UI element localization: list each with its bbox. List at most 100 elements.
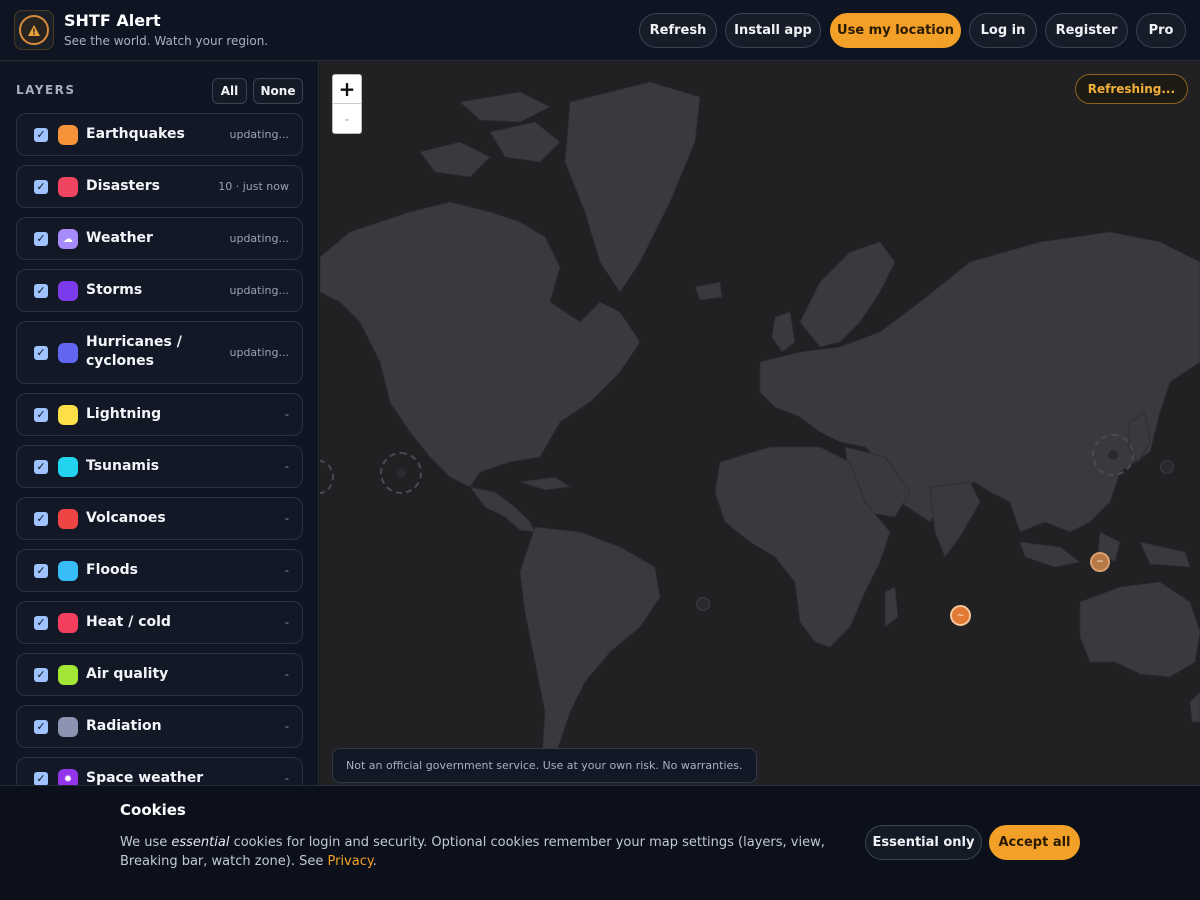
- event-marker[interactable]: [1092, 434, 1134, 476]
- cookie-text-emphasis: essential: [171, 835, 230, 850]
- app-logo[interactable]: [14, 10, 54, 50]
- layer-checkbox[interactable]: ✓: [34, 772, 48, 785]
- layer-checkbox[interactable]: ✓: [34, 668, 48, 682]
- earthquake-marker[interactable]: ~: [1090, 552, 1110, 572]
- layer-status: -: [285, 460, 289, 473]
- refreshing-status: Refreshing...: [1074, 74, 1188, 104]
- app-title: SHTF Alert: [64, 11, 161, 30]
- layer-label: Heat / cold: [86, 614, 171, 630]
- layer-status: updating...: [229, 346, 290, 359]
- cloud-icon: ☁: [58, 229, 78, 249]
- layer-label: Lightning: [86, 406, 162, 422]
- earthquake-icon: [58, 125, 78, 145]
- layer-checkbox[interactable]: ✓: [34, 720, 48, 734]
- layer-checkbox[interactable]: ✓: [34, 232, 48, 246]
- warning-icon: [19, 15, 49, 45]
- radiation-icon: [58, 717, 78, 737]
- cookie-text-prefix: We use: [120, 835, 172, 850]
- event-marker[interactable]: [380, 452, 422, 494]
- zoom-control: + -: [332, 74, 362, 134]
- layer-disasters[interactable]: ✓ Disasters 10 · just now: [16, 165, 303, 208]
- app-subtitle: See the world. Watch your region.: [64, 34, 269, 48]
- layer-checkbox[interactable]: ✓: [34, 564, 48, 578]
- volcano-icon: [58, 509, 78, 529]
- earthquake-marker[interactable]: ~: [950, 605, 971, 626]
- layer-checkbox[interactable]: ✓: [34, 460, 48, 474]
- select-none-button[interactable]: None: [253, 78, 303, 104]
- thermometer-icon: [58, 613, 78, 633]
- select-all-button[interactable]: All: [212, 78, 247, 104]
- zoom-in-button[interactable]: +: [333, 75, 361, 104]
- layer-label: Storms: [86, 282, 143, 298]
- cookie-title: Cookies: [120, 801, 186, 819]
- layer-status: -: [285, 720, 289, 733]
- layer-checkbox[interactable]: ✓: [34, 284, 48, 298]
- layer-status: updating...: [229, 232, 290, 245]
- layer-label: Earthquakes: [86, 126, 185, 142]
- layer-storms[interactable]: ✓ Storms updating...: [16, 269, 303, 312]
- layer-earthquakes[interactable]: ✓ Earthquakes updating...: [16, 113, 303, 156]
- layer-weather[interactable]: ✓ ☁ Weather updating...: [16, 217, 303, 260]
- event-marker[interactable]: [1160, 460, 1174, 474]
- accept-all-button[interactable]: Accept all: [989, 825, 1080, 860]
- layer-label: Hurricanes / cyclones: [86, 334, 182, 369]
- cookie-banner: Cookies We use essential cookies for log…: [0, 785, 1200, 900]
- login-button[interactable]: Log in: [969, 13, 1037, 48]
- layer-tsunamis[interactable]: ✓ Tsunamis -: [16, 445, 303, 488]
- space-weather-icon: ✹: [58, 769, 78, 785]
- layer-checkbox[interactable]: ✓: [34, 408, 48, 422]
- privacy-link[interactable]: Privacy: [327, 854, 372, 869]
- cookie-text-suffix: .: [372, 854, 377, 869]
- layer-volcanoes[interactable]: ✓ Volcanoes -: [16, 497, 303, 540]
- world-map[interactable]: ~ ~ + - Refreshing... Not an official go…: [320, 62, 1200, 785]
- layer-label: Volcanoes: [86, 510, 166, 526]
- tsunami-icon: [58, 457, 78, 477]
- air-quality-icon: [58, 665, 78, 685]
- event-marker-core: [1108, 450, 1118, 460]
- layer-label: Disasters: [86, 178, 160, 194]
- layer-checkbox[interactable]: ✓: [34, 128, 48, 142]
- world-map-graphic: [320, 81, 1200, 763]
- install-app-button[interactable]: Install app: [725, 13, 821, 48]
- layer-checkbox[interactable]: ✓: [34, 512, 48, 526]
- zoom-out-button[interactable]: -: [333, 105, 361, 134]
- lightning-icon: [58, 405, 78, 425]
- layer-label: Weather: [86, 230, 153, 246]
- layer-status: -: [285, 668, 289, 681]
- refresh-button[interactable]: Refresh: [639, 13, 717, 48]
- layer-checkbox[interactable]: ✓: [34, 180, 48, 194]
- layer-lightning[interactable]: ✓ Lightning -: [16, 393, 303, 436]
- layer-floods[interactable]: ✓ Floods -: [16, 549, 303, 592]
- pro-button[interactable]: Pro: [1136, 13, 1186, 48]
- layer-radiation[interactable]: ✓ Radiation -: [16, 705, 303, 748]
- layer-label: Air quality: [86, 666, 169, 682]
- layer-status: -: [285, 512, 289, 525]
- event-marker[interactable]: [696, 597, 710, 611]
- cookie-text: We use essential cookies for login and s…: [120, 833, 850, 871]
- event-marker-core: [396, 468, 406, 478]
- layers-heading: LAYERS: [16, 83, 76, 97]
- layer-label: Tsunamis: [86, 458, 160, 474]
- layers-sidebar: LAYERS All None ✓ Earthquakes updating..…: [0, 62, 319, 785]
- layer-air-quality[interactable]: ✓ Air quality -: [16, 653, 303, 696]
- layer-space-weather[interactable]: ✓ ✹ Space weather -: [16, 757, 303, 785]
- hurricane-icon: [58, 343, 78, 363]
- layer-status: updating...: [229, 128, 290, 141]
- layer-label: Space weather: [86, 770, 204, 785]
- layer-checkbox[interactable]: ✓: [34, 346, 48, 360]
- layer-heat-cold[interactable]: ✓ Heat / cold -: [16, 601, 303, 644]
- layer-checkbox[interactable]: ✓: [34, 616, 48, 630]
- layer-hurricanes[interactable]: ✓ Hurricanes / cyclones updating...: [16, 321, 303, 384]
- register-button[interactable]: Register: [1045, 13, 1128, 48]
- top-header: SHTF Alert See the world. Watch your reg…: [0, 0, 1200, 61]
- layer-label: Floods: [86, 562, 138, 578]
- layer-status: -: [285, 564, 289, 577]
- layer-status: -: [285, 616, 289, 629]
- layer-status: -: [285, 408, 289, 421]
- flood-icon: [58, 561, 78, 581]
- essential-only-button[interactable]: Essential only: [865, 825, 982, 860]
- use-my-location-button[interactable]: Use my location: [830, 13, 961, 48]
- storm-icon: [58, 281, 78, 301]
- disaster-icon: [58, 177, 78, 197]
- disclaimer-banner: Not an official government service. Use …: [332, 748, 757, 783]
